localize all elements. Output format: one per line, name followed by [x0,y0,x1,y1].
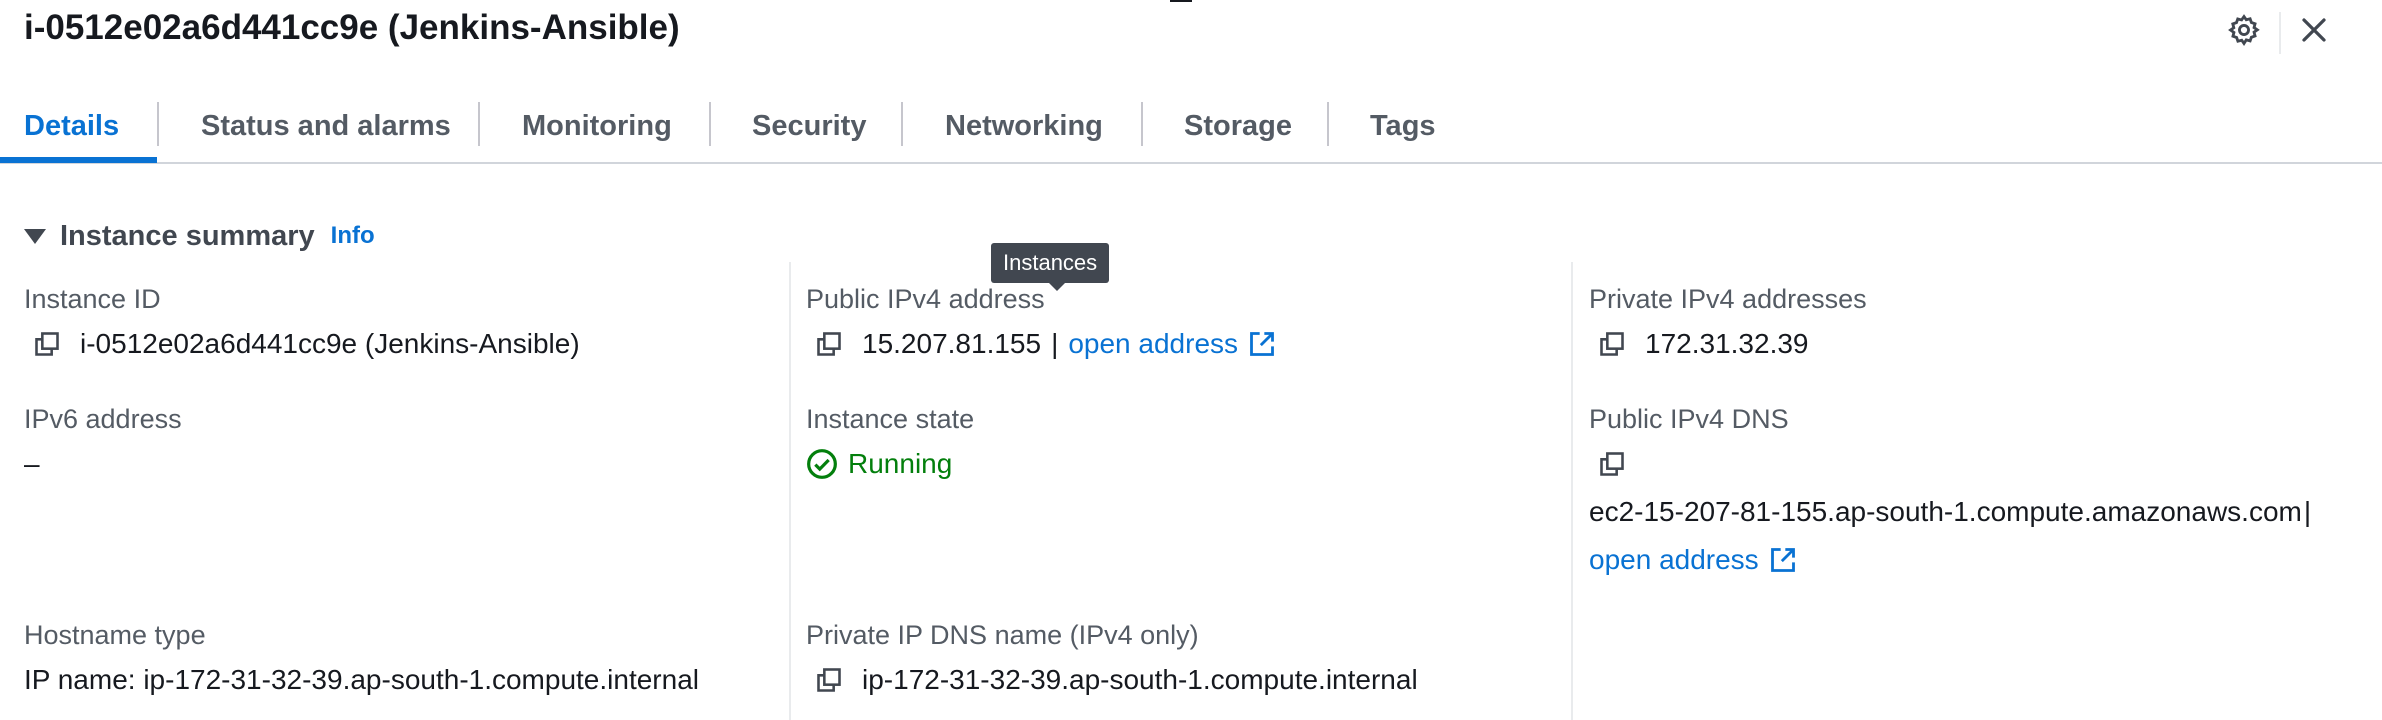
column-divider [789,262,791,720]
active-tab-indicator [0,157,157,163]
open-address-link[interactable]: open address [1068,328,1238,360]
tab-divider [157,102,159,146]
open-address-link[interactable]: open address [1589,544,1759,576]
instance-state-value: Running [806,446,952,482]
tab-networking[interactable]: Networking [945,106,1103,146]
tab-storage[interactable]: Storage [1184,106,1292,146]
public-ipv4-value: 15.207.81.155 | open address [812,326,1276,362]
tab-divider [1141,102,1143,146]
caret-down-icon[interactable] [24,228,46,244]
check-circle-icon [806,448,838,480]
info-link[interactable]: Info [331,222,375,250]
external-link-icon[interactable] [1248,330,1276,358]
private-ipv4-text: 172.31.32.39 [1645,328,1809,359]
instance-id-label: Instance ID [24,284,161,314]
private-ipv4-label: Private IPv4 addresses [1589,284,1867,314]
copy-icon[interactable] [30,327,64,361]
ipv6-value: – [24,448,40,479]
public-ipv4-text: 15.207.81.155 [862,328,1042,359]
tab-monitoring[interactable]: Monitoring [522,106,672,146]
page-title: i-0512e02a6d441cc9e (Jenkins-Ansible) [24,8,680,47]
public-dns-label: Public IPv4 DNS [1589,404,1789,434]
public-dns-copy [1595,446,1645,482]
instance-id-text: i-0512e02a6d441cc9e (Jenkins-Ansible) [80,328,580,359]
gear-icon[interactable] [2224,10,2264,50]
column-divider [1571,262,1573,720]
tooltip-arrow [1049,283,1065,291]
copy-icon[interactable] [1595,447,1629,481]
private-dns-text: ip-172-31-32-39.ap-south-1.compute.inter… [862,664,1418,695]
copy-icon[interactable] [812,327,846,361]
private-dns-value: ip-172-31-32-39.ap-south-1.compute.inter… [812,662,1418,698]
top-edge-marker [1170,0,1192,2]
tab-details[interactable]: Details [24,106,119,146]
private-dns-label: Private IP DNS name (IPv4 only) [806,620,1199,650]
tab-tags[interactable]: Tags [1370,106,1436,146]
tab-bar-border [0,162,2382,164]
instance-id-value: i-0512e02a6d441cc9e (Jenkins-Ansible) [30,326,580,362]
public-ipv4-label: Public IPv4 address [806,284,1045,314]
close-icon[interactable] [2294,10,2334,50]
tab-divider [901,102,903,146]
public-dns-value: ec2-15-207-81-155.ap-south-1.compute.ama… [1589,494,2311,530]
public-dns-link-row: open address [1589,542,1797,578]
running-status-text: Running [848,448,953,479]
tab-divider [478,102,480,146]
tab-divider [1327,102,1329,146]
tab-security[interactable]: Security [752,106,866,146]
section-title[interactable]: Instance summary [60,220,315,253]
instance-state-label: Instance state [806,404,975,434]
tab-divider [709,102,711,146]
external-link-icon[interactable] [1769,546,1797,574]
ipv6-label: IPv6 address [24,404,182,434]
separator: | [1051,328,1059,359]
hostname-type-label: Hostname type [24,620,206,650]
public-dns-text: ec2-15-207-81-155.ap-south-1.compute.ama… [1589,496,2302,527]
separator: | [2303,496,2312,527]
copy-icon[interactable] [812,663,846,697]
hostname-type-value: IP name: ip-172-31-32-39.ap-south-1.comp… [24,664,699,695]
header-divider [2279,12,2281,54]
instance-summary-header: Instance summary Info [24,216,375,256]
private-ipv4-value: 172.31.32.39 [1595,326,1809,362]
tooltip: Instances [991,243,1110,283]
tab-status-and-alarms[interactable]: Status and alarms [201,106,451,146]
copy-icon[interactable] [1595,327,1629,361]
